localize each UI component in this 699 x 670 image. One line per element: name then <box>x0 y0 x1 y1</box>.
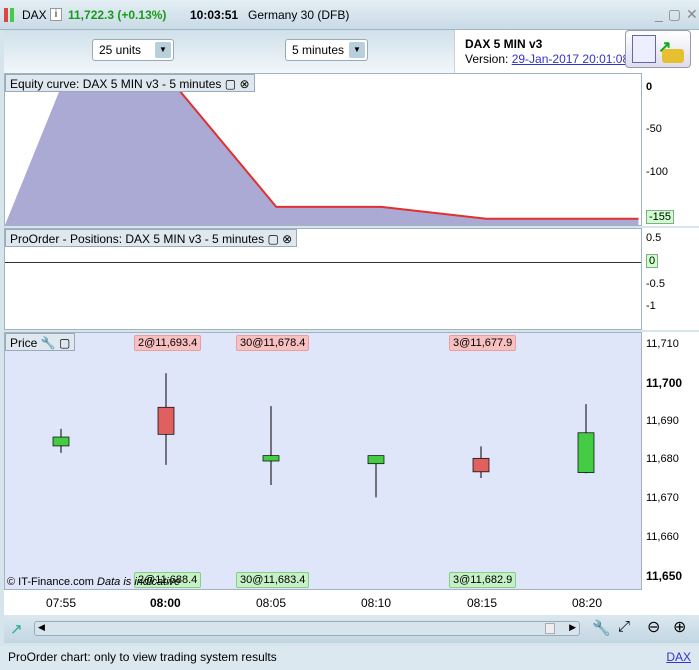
maximize-icon[interactable]: ▢ <box>59 336 70 350</box>
system-name: DAX 5 MIN v3 <box>465 37 543 51</box>
order-tag: 3@11,677.9 <box>449 335 517 351</box>
equity-last-value: -155 <box>646 210 675 224</box>
order-tag: 30@11,683.4 <box>236 572 310 588</box>
chevron-down-icon: ▼ <box>349 42 365 58</box>
order-tag: 3@11,682.9 <box>449 572 517 588</box>
version-link[interactable]: 29-Jan-2017 20:01:08 <box>512 52 629 66</box>
disclaimer: Data is indicative <box>97 576 181 588</box>
equity-area <box>5 87 639 225</box>
info-icon[interactable]: i <box>50 8 62 21</box>
time: 10:03:51 <box>190 8 239 22</box>
order-tag: 30@11,678.4 <box>236 335 310 351</box>
status-text: ProOrder chart: only to view trading sys… <box>8 650 277 664</box>
candle-body <box>157 406 175 435</box>
horizontal-scrollbar[interactable]: ◀ ▶ <box>34 621 580 636</box>
x-axis: 07:55 08:00 08:05 08:10 08:15 08:20 <box>4 590 699 615</box>
chevron-down-icon: ▼ <box>155 42 171 58</box>
chart-type-icon[interactable]: ↗ <box>10 620 23 638</box>
zoom-in-icon[interactable]: ⊕ <box>673 617 686 637</box>
close-icon[interactable]: ⊗ <box>282 232 292 246</box>
order-tag: 2@11,693.4 <box>134 335 202 351</box>
system-info: DAX 5 MIN v3 Version: 29-Jan-2017 20:01:… <box>454 30 699 73</box>
zoom-out-icon[interactable]: ⊖ <box>647 617 660 637</box>
maximize-icon[interactable]: ▢ <box>267 232 278 246</box>
positions-label: ProOrder - Positions: DAX 5 MIN v3 - 5 m… <box>5 229 298 247</box>
scroll-toolbar: ↗ ◀ ▶ 🔧 ⤢ ⊖ ⊕ <box>4 615 699 643</box>
maximize-icon[interactable]: ▢ <box>225 77 236 91</box>
close-icon[interactable]: ⊗ <box>239 77 249 91</box>
status-bar: ProOrder chart: only to view trading sys… <box>0 646 699 670</box>
price-panel: Price 🔧 ▢ 2@11,693.4 30@11,678.4 3@11,67… <box>4 332 642 590</box>
candle-body <box>577 432 595 473</box>
symbol[interactable]: DAX <box>22 8 47 22</box>
version-label: Version: <box>465 52 509 66</box>
copyright: © IT-Finance.com <box>7 576 94 588</box>
interval-select[interactable]: 5 minutes ▼ <box>285 39 368 61</box>
candle-body <box>262 455 280 462</box>
units-select[interactable]: 25 units ▼ <box>92 39 174 61</box>
autoscale-icon[interactable]: ⤢ <box>618 618 630 635</box>
positions-axis: 0.5 0 -0.5 -1 <box>642 228 699 330</box>
dax-link[interactable]: DAX <box>666 650 691 664</box>
title-bar: DAX i 11,722.3 (+0.13%) 10:03:51 Germany… <box>0 0 699 30</box>
equity-panel: Equity curve: DAX 5 MIN v3 - 5 minutes ▢… <box>4 73 642 226</box>
window-controls[interactable]: _▢✕ <box>655 6 699 23</box>
positions-panel: ProOrder - Positions: DAX 5 MIN v3 - 5 m… <box>4 228 642 330</box>
price-change: 11,722.3 (+0.13%) <box>68 8 167 22</box>
candle-body <box>472 457 490 473</box>
equity-label: Equity curve: DAX 5 MIN v3 - 5 minutes ▢… <box>5 74 255 92</box>
price-axis: 11,710 11,700 11,690 11,680 11,670 11,66… <box>642 332 699 590</box>
price-label: Price 🔧 ▢ <box>5 333 76 351</box>
wrench-icon[interactable]: 🔧 <box>41 336 56 350</box>
candle-body <box>367 455 385 465</box>
equity-axis: 0 -50 -100 -155 <box>642 73 699 226</box>
wrench-icon[interactable]: 🔧 <box>592 619 611 637</box>
candle-icon <box>4 8 14 22</box>
instrument-name: Germany 30 (DFB) <box>248 8 350 22</box>
trading-system-icon[interactable]: ↗ <box>625 30 691 68</box>
candle-body <box>52 436 70 447</box>
scroll-thumb[interactable] <box>545 623 555 634</box>
